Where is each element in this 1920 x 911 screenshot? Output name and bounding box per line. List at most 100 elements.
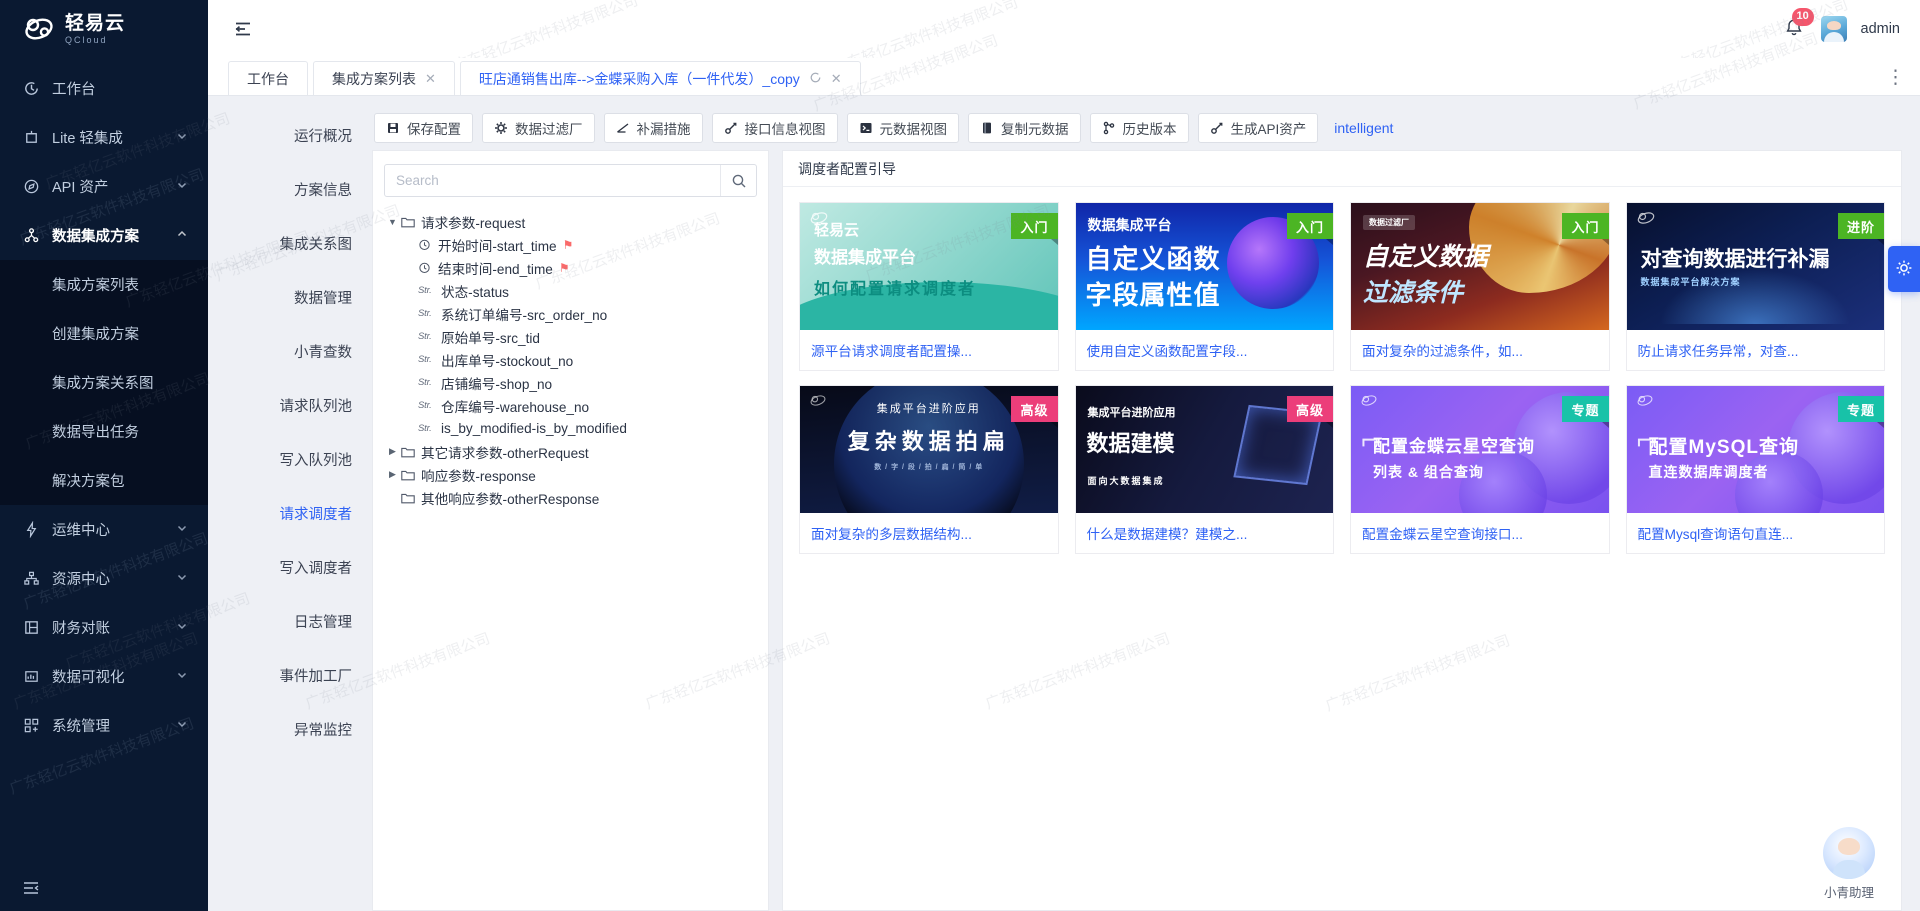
card-caption[interactable]: 源平台请求调度者配置操... bbox=[800, 330, 1058, 370]
chevron-down-icon bbox=[176, 718, 188, 734]
sidebar-subitem-create-scheme[interactable]: 创建集成方案 bbox=[0, 309, 208, 358]
chevron-right-icon[interactable]: ▶ bbox=[384, 446, 401, 457]
menu-collapse-icon[interactable] bbox=[232, 18, 254, 40]
close-icon[interactable]: ✕ bbox=[831, 71, 842, 87]
copy-metadata-button[interactable]: 复制元数据 bbox=[968, 113, 1081, 143]
section-nav-item-exception-monitor[interactable]: 异常监控 bbox=[208, 702, 372, 756]
username-label[interactable]: admin bbox=[1861, 21, 1901, 37]
sidebar-item-lite[interactable]: Lite 轻集成 bbox=[0, 113, 208, 162]
card-line3: 如何配置请求调度者 bbox=[800, 275, 1058, 299]
section-nav-item-relation-graph[interactable]: 集成关系图 bbox=[208, 216, 372, 270]
section-nav-label: 请求调度者 bbox=[280, 503, 353, 524]
main-column: 10 admin 广东轻亿云软件科技有限公司 广东轻亿云软件科技有限公司 广东轻… bbox=[208, 0, 1920, 911]
section-nav-item-request-queue[interactable]: 请求队列池 bbox=[208, 378, 372, 432]
assistant-widget[interactable]: 小青助理 bbox=[1806, 827, 1892, 901]
tree-node-other-response[interactable]: 其他响应参数-otherResponse bbox=[384, 486, 757, 509]
tree-node-end-time[interactable]: 结束时间-end_time ⚑ bbox=[384, 256, 757, 279]
metadata-view-button[interactable]: 元数据视图 bbox=[847, 113, 960, 143]
data-filter-button[interactable]: 数据过滤厂 bbox=[482, 113, 595, 143]
guide-card[interactable]: 高级 集成平台进阶应用 复杂数据拍扁 数 / 字 / 段 / 拍 / 扁 / 简… bbox=[799, 385, 1059, 554]
tree-node-src-order-no[interactable]: Str. 系统订单编号-src_order_no bbox=[384, 302, 757, 325]
section-nav-item-data-management[interactable]: 数据管理 bbox=[208, 270, 372, 324]
card-caption[interactable]: 配置金蝶云星空查询接口... bbox=[1351, 513, 1609, 553]
guide-card[interactable]: 专题 ⌐ 配置MySQL查询 直连数据库调度者 配置Mysql查询语句直连... bbox=[1626, 385, 1886, 554]
sidebar-item-visualization[interactable]: 数据可视化 bbox=[0, 652, 208, 701]
chevron-down-icon[interactable]: ▼ bbox=[384, 217, 401, 227]
tree-node-stockout-no[interactable]: Str. 出库单号-stockout_no bbox=[384, 348, 757, 371]
intelligent-link[interactable]: intelligent bbox=[1334, 120, 1393, 136]
save-config-button[interactable]: 保存配置 bbox=[374, 113, 473, 143]
avatar[interactable] bbox=[1821, 16, 1847, 42]
section-nav-item-xiaoqing-query[interactable]: 小青查数 bbox=[208, 324, 372, 378]
section-nav-item-scheme-info[interactable]: 方案信息 bbox=[208, 162, 372, 216]
tab-scheme-list[interactable]: 集成方案列表 ✕ bbox=[313, 61, 455, 95]
guide-card[interactable]: 进阶 对查询数据进行补漏 数据集成平台解决方案 防止请求任务异常，对查... bbox=[1626, 202, 1886, 371]
more-vertical-icon[interactable]: ⋮ bbox=[1886, 68, 1906, 95]
section-nav-item-log-management[interactable]: 日志管理 bbox=[208, 594, 372, 648]
guide-card[interactable]: 入门 数据集成平台 自定义函数 字段属性值 使用自定义函数配置字段... bbox=[1075, 202, 1335, 371]
remedy-measures-button[interactable]: 补漏措施 bbox=[604, 113, 703, 143]
sidebar-item-finance[interactable]: 财务对账 bbox=[0, 603, 208, 652]
sidebar-subitem-scheme-list[interactable]: 集成方案列表 bbox=[0, 260, 208, 309]
tree-node-start-time[interactable]: 开始时间-start_time ⚑ bbox=[384, 233, 757, 256]
section-nav-item-write-queue[interactable]: 写入队列池 bbox=[208, 432, 372, 486]
sidebar-subitem-scheme-graph[interactable]: 集成方案关系图 bbox=[0, 358, 208, 407]
sidebar-subitem-solution-package[interactable]: 解决方案包 bbox=[0, 456, 208, 505]
card-caption[interactable]: 配置Mysql查询语句直连... bbox=[1627, 513, 1885, 553]
section-nav-item-request-scheduler[interactable]: 请求调度者 bbox=[208, 486, 372, 540]
refresh-icon[interactable] bbox=[809, 71, 822, 87]
section-nav-item-write-scheduler[interactable]: 写入调度者 bbox=[208, 540, 372, 594]
guide-card[interactable]: 入门 数据过滤厂 自定义数据 过滤条件 面对复杂的过滤条件，如... bbox=[1350, 202, 1610, 371]
brand-logo-area[interactable]: 轻易云 QCloud bbox=[0, 0, 208, 58]
interface-info-view-button[interactable]: 接口信息视图 bbox=[712, 113, 838, 143]
sidebar-menu: 工作台 Lite 轻集成 API 资产 bbox=[0, 58, 208, 867]
card-caption[interactable]: 面对复杂的多层数据结构... bbox=[800, 513, 1058, 553]
tab-workbench[interactable]: 工作台 bbox=[228, 61, 308, 95]
guide-card-grid: 入门 轻易云 数据集成平台 如何配置请求调度者 源平台请求调度者配置操... bbox=[783, 187, 1901, 570]
tree-node-warehouse-no[interactable]: Str. 仓库编号-warehouse_no bbox=[384, 394, 757, 417]
sidebar-item-data-integration[interactable]: 数据集成方案 bbox=[0, 211, 208, 260]
history-version-button[interactable]: 历史版本 bbox=[1090, 113, 1189, 143]
guide-card[interactable]: 高级 集成平台进阶应用 数据建模 面向大数据集成 什么是数据建模？建模之... bbox=[1075, 385, 1335, 554]
close-icon[interactable]: ✕ bbox=[425, 71, 436, 87]
tree-node-label: is_by_modified-is_by_modified bbox=[441, 421, 627, 436]
settings-float-button[interactable] bbox=[1888, 246, 1920, 292]
card-caption[interactable]: 防止请求任务异常，对查... bbox=[1627, 330, 1885, 370]
search-input[interactable] bbox=[385, 165, 720, 196]
sidebar-item-workbench[interactable]: 工作台 bbox=[0, 64, 208, 113]
chevron-right-icon[interactable]: ▶ bbox=[384, 469, 401, 480]
chevron-down-icon bbox=[176, 179, 188, 195]
chart-icon bbox=[22, 668, 41, 685]
section-nav-label: 方案信息 bbox=[294, 179, 352, 200]
tree-node-response[interactable]: ▶ 响应参数-response bbox=[384, 463, 757, 486]
button-label: 生成API资产 bbox=[1231, 118, 1307, 138]
card-caption[interactable]: 什么是数据建模？建模之... bbox=[1076, 513, 1334, 553]
guide-card[interactable]: 专题 ⌐ 配置金蝶云星空查询 列表 & 组合查询 配置金蝶云星空查询接口... bbox=[1350, 385, 1610, 554]
tree-node-other-request[interactable]: ▶ 其它请求参数-otherRequest bbox=[384, 440, 757, 463]
sidebar-subitem-export-task[interactable]: 数据导出任务 bbox=[0, 407, 208, 456]
clock-icon bbox=[418, 238, 437, 251]
sidebar-submenu-data-integration: 集成方案列表 创建集成方案 集成方案关系图 数据导出任务 解决方案包 bbox=[0, 260, 208, 505]
search-icon[interactable] bbox=[720, 165, 756, 196]
guide-card[interactable]: 入门 轻易云 数据集成平台 如何配置请求调度者 源平台请求调度者配置操... bbox=[799, 202, 1059, 371]
card-caption[interactable]: 使用自定义函数配置字段... bbox=[1076, 330, 1334, 370]
tree-node-request[interactable]: ▼ 请求参数-request bbox=[384, 210, 757, 233]
card-line3: 数据集成平台解决方案 bbox=[1627, 275, 1885, 288]
section-nav-item-event-factory[interactable]: 事件加工厂 bbox=[208, 648, 372, 702]
sidebar-collapse-button[interactable] bbox=[0, 867, 208, 911]
sidebar-item-ops-center[interactable]: 运维中心 bbox=[0, 505, 208, 554]
tree-node-is-by-modified[interactable]: Str. is_by_modified-is_by_modified bbox=[384, 417, 757, 440]
section-nav-label: 集成关系图 bbox=[280, 233, 353, 254]
section-nav-item-overview[interactable]: 运行概况 bbox=[208, 108, 372, 162]
tree-node-src-tid[interactable]: Str. 原始单号-src_tid bbox=[384, 325, 757, 348]
tree-node-shop-no[interactable]: Str. 店铺编号-shop_no bbox=[384, 371, 757, 394]
tab-active-scheme[interactable]: 旺店通销售出库-->金蝶采购入库（一件代发）_copy ✕ bbox=[460, 61, 861, 95]
notifications-button[interactable]: 10 bbox=[1783, 17, 1807, 41]
sidebar-item-api-assets[interactable]: API 资产 bbox=[0, 162, 208, 211]
sidebar-item-resource-center[interactable]: 资源中心 bbox=[0, 554, 208, 603]
card-thumbnail: 高级 集成平台进阶应用 数据建模 面向大数据集成 bbox=[1076, 386, 1334, 513]
generate-api-asset-button[interactable]: 生成API资产 bbox=[1198, 113, 1319, 143]
sidebar-item-system-management[interactable]: 系统管理 bbox=[0, 701, 208, 750]
card-caption[interactable]: 面对复杂的过滤条件，如... bbox=[1351, 330, 1609, 370]
tree-node-status[interactable]: Str. 状态-status bbox=[384, 279, 757, 302]
